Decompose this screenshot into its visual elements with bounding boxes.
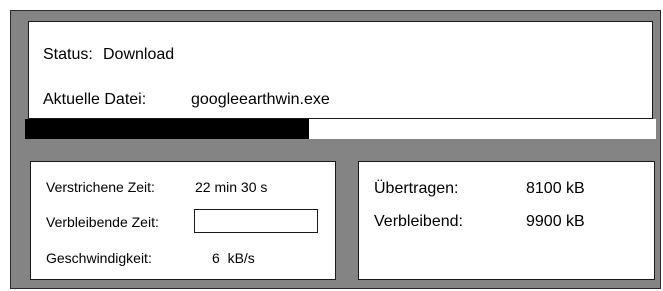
status-value: Download [103,46,175,63]
download-progress-fill [25,119,309,139]
remaining-time-field[interactable] [194,209,318,233]
transferred-value: 8100 kB [526,180,585,197]
current-file-label: Aktuelle Datei: [43,91,147,108]
transferred-label: Übertragen: [374,180,459,197]
remaining-size-value: 9900 kB [526,213,585,230]
remaining-time-label: Verbleibende Zeit: [46,214,159,230]
status-label: Status: [43,46,93,63]
current-file-value: googleearthwin.exe [191,91,330,108]
download-dialog: Status: Download Aktuelle Datei: googlee… [10,10,661,289]
file-status-panel: Status: Download Aktuelle Datei: googlee… [28,21,653,119]
transfer-info-panel: Übertragen: 8100 kB Verbleibend: 9900 kB [358,161,655,280]
elapsed-time-value: 22 min 30 s [195,179,268,195]
remaining-size-label: Verbleibend: [374,213,463,230]
speed-value: 6 kB/s [212,250,255,266]
speed-label: Geschwindigkeit: [46,250,152,266]
elapsed-time-label: Verstrichene Zeit: [46,179,155,195]
time-info-panel: Verstrichene Zeit: 22 min 30 s Verbleibe… [30,161,336,280]
download-progress-bar [25,119,656,139]
